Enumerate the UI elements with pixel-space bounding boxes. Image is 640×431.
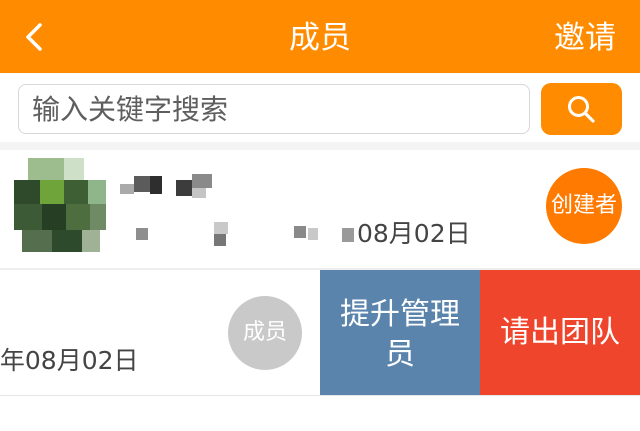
invite-button[interactable]: 邀请 xyxy=(554,0,616,73)
member-name xyxy=(120,170,220,200)
member-row-creator[interactable]: 08月02日 创建者 xyxy=(0,150,640,268)
joined-date: 08月02日 xyxy=(357,219,471,248)
promote-label-line2: 员 xyxy=(385,337,415,372)
search-input[interactable] xyxy=(18,84,530,134)
member-row-swiped[interactable]: 5年08月02日 成员 提升管理 员 请出团队 xyxy=(0,270,640,395)
joined-date: 5年08月02日 xyxy=(0,346,139,375)
search-button[interactable] xyxy=(541,83,622,135)
row-divider xyxy=(0,395,640,396)
promote-to-admin-button[interactable]: 提升管理 员 xyxy=(320,270,480,395)
avatar xyxy=(14,158,106,252)
role-badge-creator: 创建者 xyxy=(546,168,622,244)
remove-from-team-button[interactable]: 请出团队 xyxy=(480,270,640,395)
search-icon xyxy=(568,96,595,123)
page-title: 成员 xyxy=(289,20,351,56)
role-badge-member: 成员 xyxy=(228,296,302,370)
section-separator xyxy=(0,142,640,150)
promote-label-line1: 提升管理 xyxy=(340,297,460,332)
top-bar: 成员 邀请 xyxy=(0,0,640,73)
date-mask xyxy=(128,222,358,246)
